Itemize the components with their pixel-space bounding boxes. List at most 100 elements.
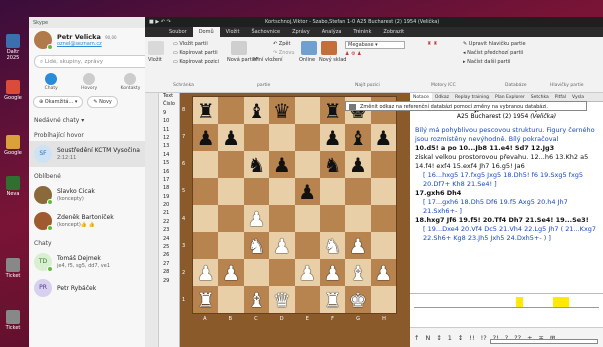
- board-square[interactable]: ♟: [218, 259, 244, 286]
- nav-calls[interactable]: Hovory: [81, 73, 97, 91]
- black-piece-icon[interactable]: ♛: [273, 101, 291, 121]
- white-piece-icon[interactable]: ♟: [349, 236, 367, 256]
- white-piece-icon[interactable]: ♟: [247, 209, 265, 229]
- board-square[interactable]: ♟: [345, 232, 371, 259]
- ongoing-call-item[interactable]: SF Soustředění KCTM Vysočina 2:12:11: [29, 141, 156, 167]
- white-piece-icon[interactable]: ♝: [247, 290, 265, 310]
- board-square[interactable]: [269, 259, 295, 286]
- board-square[interactable]: [243, 259, 270, 286]
- tab-view[interactable]: Zobrazit: [377, 27, 410, 37]
- board-square[interactable]: [370, 178, 396, 205]
- chessboard[interactable]: ♜♝♛♜♚♟♟♟♝♟♞♟♞♟♟♟♞♟♞♟♟♟♟♟♝♟♜♝♛♜♚: [192, 96, 397, 314]
- annotation-symbol-button[interactable]: ↕: [458, 334, 463, 342]
- engine-icons[interactable]: ♜ ♜: [427, 41, 438, 47]
- load-previous-game-button[interactable]: ◂ Načíst předchozí partii: [463, 50, 523, 56]
- tab-board[interactable]: Šachovnice: [246, 27, 287, 37]
- undo-button[interactable]: ↶ Zpět: [273, 41, 290, 47]
- white-piece-icon[interactable]: ♞: [247, 236, 265, 256]
- edit-header-button[interactable]: ✎ Upravit hlavičku partie: [463, 41, 526, 47]
- list-item[interactable]: Zdeněk Bartoníček (koncept)👍 👍: [29, 208, 156, 234]
- recent-chats-header[interactable]: Nedávné chaty ▾: [29, 111, 156, 126]
- tab-setchka[interactable]: Setchka: [528, 93, 552, 101]
- board-square[interactable]: ♞: [243, 232, 270, 259]
- variation-line[interactable]: [ 16...hxg5 17.fxg5 Jxg5 18.Dh5! f6 19.S…: [415, 171, 598, 189]
- move-number[interactable]: 29: [161, 278, 179, 286]
- tab-notace[interactable]: Notace: [410, 93, 432, 101]
- move-number[interactable]: 12: [161, 135, 179, 143]
- annotation-symbol-button[interactable]: 1: [448, 334, 452, 342]
- white-piece-icon[interactable]: ♟: [324, 263, 342, 283]
- white-piece-icon[interactable]: ♟: [197, 263, 215, 283]
- move-number[interactable]: 26: [161, 252, 179, 260]
- black-piece-icon[interactable]: ♟: [324, 128, 342, 148]
- board-square[interactable]: [370, 151, 396, 178]
- tab-pitfal[interactable]: Pitfal: [552, 93, 569, 101]
- board-square[interactable]: [269, 205, 295, 232]
- black-piece-icon[interactable]: ♝: [247, 101, 265, 121]
- board-square[interactable]: [370, 232, 396, 259]
- paste-icon[interactable]: [148, 41, 164, 55]
- annotation-symbol-button[interactable]: !!: [469, 334, 474, 342]
- board-square[interactable]: [294, 232, 320, 259]
- board-square[interactable]: [218, 205, 244, 232]
- move-number[interactable]: 21: [161, 210, 179, 218]
- board-square[interactable]: [319, 205, 346, 232]
- board-square[interactable]: [345, 205, 371, 232]
- board-square[interactable]: [218, 286, 244, 313]
- board-square[interactable]: ♝: [243, 286, 270, 313]
- nav-contacts[interactable]: Kontakty: [120, 73, 140, 91]
- black-piece-icon[interactable]: ♜: [324, 101, 342, 121]
- notation-line[interactable]: 10.d5! a po 10...Jb8 11.e4! Sd7 12.Jg3: [415, 144, 598, 153]
- game-notation[interactable]: Bílý má pohyblivou pescovou strukturu. F…: [410, 123, 603, 246]
- white-piece-icon[interactable]: ♟: [273, 236, 291, 256]
- annotation-symbol-button[interactable]: !?: [481, 334, 487, 342]
- white-piece-icon[interactable]: ♜: [197, 290, 215, 310]
- annotation-symbol-button[interactable]: ↑: [414, 334, 419, 342]
- board-square[interactable]: [319, 178, 346, 205]
- move-number[interactable]: 10: [161, 118, 179, 126]
- notation-line[interactable]: Bílý má pohyblivou pescovou strukturu. F…: [415, 126, 598, 144]
- move-number[interactable]: 27: [161, 261, 179, 269]
- vertical-toolbar[interactable]: [145, 93, 159, 347]
- desktop-icon[interactable]: Google: [2, 80, 24, 101]
- new-chat-button[interactable]: ✎ Novy: [87, 96, 118, 108]
- board-square[interactable]: [269, 124, 295, 151]
- board-square[interactable]: ♟: [218, 124, 244, 151]
- database-select[interactable]: Megabase ▾: [345, 41, 405, 49]
- list-item[interactable]: PR Petr Rybáček: [29, 275, 156, 301]
- tab-home[interactable]: Domů: [192, 27, 220, 37]
- board-square[interactable]: [294, 97, 320, 124]
- move-number[interactable]: 24: [161, 236, 179, 244]
- white-piece-icon[interactable]: ♟: [374, 263, 392, 283]
- board-square[interactable]: ♛: [269, 286, 295, 313]
- mini-paste-button[interactable]: Miní vložení: [253, 57, 283, 63]
- move-number[interactable]: 14: [161, 152, 179, 160]
- black-piece-icon[interactable]: ♟: [273, 155, 291, 175]
- copy-position-button[interactable]: ▭ Kopírovat pozici: [173, 59, 219, 65]
- move-number[interactable]: Čislo: [161, 101, 179, 109]
- desktop-icon[interactable]: Daltr 2025: [2, 34, 24, 61]
- board-square[interactable]: ♟: [370, 124, 396, 151]
- skype-profile[interactable]: Petr Velicka 90,00 oznel@seznam.cz: [29, 28, 156, 52]
- white-piece-icon[interactable]: ♟: [222, 263, 240, 283]
- board-square[interactable]: ♟: [193, 124, 219, 151]
- board-square[interactable]: ♞: [243, 151, 270, 178]
- board-square[interactable]: ♝: [345, 259, 371, 286]
- black-piece-icon[interactable]: ♞: [247, 155, 265, 175]
- board-square[interactable]: [294, 151, 320, 178]
- tab-training[interactable]: Trénink: [347, 27, 377, 37]
- board-square[interactable]: [218, 97, 244, 124]
- move-number[interactable]: 11: [161, 127, 179, 135]
- variation-line[interactable]: [ 19...Dxe4 20.Vf4 Dc5 21.Vh4 22.Lg5 Jh7…: [415, 225, 598, 243]
- move-number[interactable]: 18: [161, 185, 179, 193]
- white-piece-icon[interactable]: ♞: [324, 236, 342, 256]
- list-item[interactable]: TD Tomáš Dejmek je4, f5, sg5, dd7, ve1: [29, 249, 156, 275]
- desktop-icon[interactable]: Ticket: [2, 258, 24, 279]
- search-position-icons[interactable]: ♟ ⚙ ♟: [345, 51, 362, 57]
- black-piece-icon[interactable]: ♟: [197, 128, 215, 148]
- new-repertoire-icon[interactable]: [321, 41, 337, 55]
- new-repertoire-button[interactable]: Nový sklad: [319, 57, 346, 63]
- board-square[interactable]: [294, 286, 320, 313]
- move-number[interactable]: 28: [161, 269, 179, 277]
- notation-line[interactable]: 17.gxh6 Dh4: [415, 189, 598, 198]
